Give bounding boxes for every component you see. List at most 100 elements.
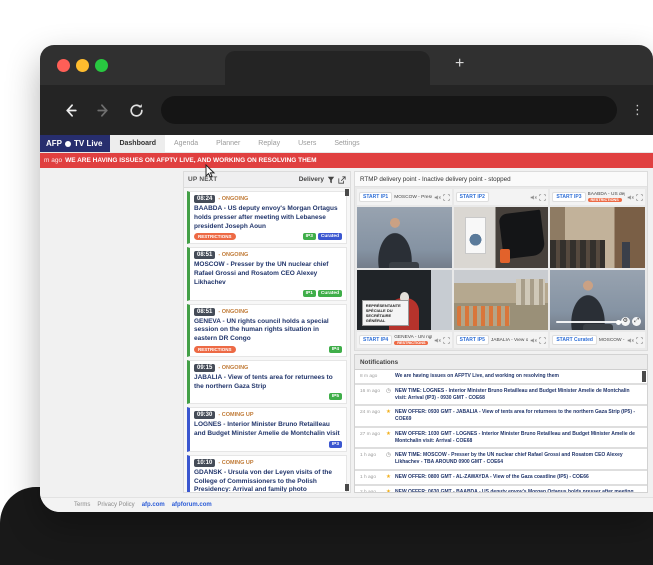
notification-row[interactable]: 8 m ago We are having issues on AFPTV Li…	[355, 370, 647, 383]
address-bar[interactable]	[161, 96, 617, 124]
fullscreen-icon[interactable]	[443, 194, 450, 201]
brand-dot-icon	[65, 141, 71, 147]
notifications-scrollbar[interactable]	[642, 371, 646, 382]
notification-time: 1 h ago	[360, 474, 382, 480]
footer-afp-link[interactable]: afp.com	[142, 502, 165, 508]
fullscreen-icon[interactable]	[539, 194, 546, 201]
orange-tag	[500, 249, 510, 263]
press-crowd	[550, 240, 605, 267]
event-status: COMING UP	[218, 460, 253, 466]
zoom-window-button[interactable]	[95, 59, 108, 72]
afp-tv-live-logo[interactable]: AFP TV Live	[40, 135, 110, 152]
brand-afp: AFP	[46, 139, 62, 148]
start-ip4-button[interactable]: START IP4	[359, 335, 392, 345]
mute-icon[interactable]	[627, 337, 634, 344]
player-header-curated: START Curated MOSCOW - Pres...	[550, 332, 645, 348]
mute-icon[interactable]	[434, 194, 441, 201]
notification-time: 2 h ago	[360, 489, 382, 494]
browser-menu-icon[interactable]: ⋮	[631, 102, 641, 118]
city-buildings	[516, 279, 544, 304]
scrollbar-down-arrow[interactable]	[345, 484, 349, 491]
alert-message: WE ARE HAVING ISSUES ON AFPTV LIVE, AND …	[65, 157, 316, 164]
nav-item-replay[interactable]: Replay	[249, 135, 289, 152]
new-tab-button[interactable]: +	[455, 54, 464, 74]
fullscreen-icon[interactable]	[443, 337, 450, 344]
issue-alert-banner: m ago WE ARE HAVING ISSUES ON AFPTV LIVE…	[40, 153, 653, 168]
forward-icon[interactable]	[95, 102, 112, 119]
browser-tab[interactable]	[225, 51, 430, 85]
start-ip3-button[interactable]: START IP3	[552, 192, 585, 202]
up-next-item-gdansk[interactable]: 10:10COMING UP GDANSK - Ursula von der L…	[187, 455, 347, 492]
video-ip5-jabalia[interactable]	[454, 270, 549, 331]
event-time: 09:30	[194, 411, 215, 419]
fullscreen-icon[interactable]	[636, 194, 643, 201]
fullscreen-icon[interactable]	[539, 337, 546, 344]
mute-icon[interactable]	[627, 194, 634, 201]
notification-row[interactable]: 16 m ago ◷ NEW TIME: LOGNES - Interior M…	[355, 385, 647, 405]
player-header-ip2: START IP2	[454, 189, 549, 205]
notification-row[interactable]: 27 m ago ★ NEW OFFER: 1030 GMT - LOGNES …	[355, 428, 647, 448]
notification-row[interactable]: 2 h ago ★ NEW OFFER: 0630 GMT - BAABDA -…	[355, 486, 647, 494]
player-title: MOSCOW - Pres...	[599, 338, 625, 343]
up-next-item-geneva[interactable]: 08:51ONGOING GENEVA - UN rights council …	[187, 304, 347, 357]
up-next-item-moscow[interactable]: 08:51ONGOING MOSCOW - Presser by the UN …	[187, 247, 347, 300]
video-ip4-geneva[interactable]: REPRÉSENTANTE SPÉCIALE DU SECRÉTAIRE GÉN…	[357, 270, 452, 331]
start-curated-button[interactable]: START Curated	[552, 335, 597, 345]
event-time: 08:51	[194, 308, 215, 316]
footer-afpforum-link[interactable]: afpforum.com	[172, 502, 212, 508]
nav-item-planner[interactable]: Planner	[207, 135, 249, 152]
nav-item-dashboard[interactable]: Dashboard	[110, 135, 165, 152]
microphones	[583, 324, 613, 330]
player-title: JABALIA - View of tents ...	[491, 338, 528, 343]
rtmp-panel-header: RTMP delivery point - Inactive delivery …	[355, 172, 647, 187]
nav-item-settings[interactable]: Settings	[325, 135, 368, 152]
star-icon: ★	[385, 474, 392, 480]
start-ip5-button[interactable]: START IP5	[456, 335, 489, 345]
progress-handle[interactable]	[616, 320, 621, 325]
video-ip2-camera[interactable]	[454, 207, 549, 268]
video-ip1-moscow[interactable]	[357, 207, 452, 268]
player-header-ip1: START IP1 MOSCOW - Presser by t...	[357, 189, 452, 205]
video-ip3-baabda[interactable]	[550, 207, 645, 268]
player-title: BAABDA - US deputy en...	[588, 192, 625, 197]
notification-row[interactable]: 1 h ago ◷ NEW TIME: MOSCOW - Presser by …	[355, 449, 647, 469]
up-next-item-lognes[interactable]: 09:30COMING UP LOGNES - Interior Ministe…	[187, 407, 347, 452]
clock-icon: ◷	[385, 452, 392, 458]
start-ip2-button[interactable]: START IP2	[456, 192, 489, 202]
scrollbar-up-arrow[interactable]	[345, 189, 349, 196]
star-icon: ★	[385, 489, 392, 494]
delivery-badge: IP3	[329, 441, 342, 448]
event-status: ONGOING	[218, 196, 248, 202]
poster	[465, 217, 486, 254]
filter-icon[interactable]	[327, 176, 335, 184]
notification-text: NEW TIME: LOGNES - Interior Minister Bru…	[395, 388, 641, 402]
nav-item-agenda[interactable]: Agenda	[165, 135, 207, 152]
event-time: 10:10	[194, 459, 215, 467]
speaker-caption: REPRÉSENTANTE SPÉCIALE DU SECRÉTAIRE GÉN…	[362, 300, 410, 326]
tents-area	[457, 306, 509, 327]
close-window-button[interactable]	[57, 59, 70, 72]
minimize-window-button[interactable]	[76, 59, 89, 72]
up-next-panel: UP NEXT Delivery 08:24ONGOING BAABDA - U	[183, 171, 351, 493]
up-next-item-jabalia[interactable]: 09:15ONGOING JABALIA - View of tents are…	[187, 360, 347, 405]
up-next-item-baabda[interactable]: 08:24ONGOING BAABDA - US deputy envoy's …	[187, 191, 347, 244]
event-time: 08:51	[194, 251, 215, 259]
player-header-ip3: START IP3 BAABDA - US deputy en... RESTR…	[550, 189, 645, 205]
mute-icon[interactable]	[434, 337, 441, 344]
expand-icon[interactable]: ⤢	[632, 317, 641, 326]
footer-privacy[interactable]: Privacy Policy	[97, 502, 134, 508]
reload-icon[interactable]	[128, 102, 145, 119]
notification-row[interactable]: 1 h ago ★ NEW OFFER: 0800 GMT - AL-ZAWAY…	[355, 471, 647, 484]
footer-terms[interactable]: Terms	[74, 502, 90, 508]
fullscreen-icon[interactable]	[636, 337, 643, 344]
mute-icon[interactable]	[530, 337, 537, 344]
delivery-badge: IP3	[303, 233, 316, 240]
nav-item-users[interactable]: Users	[289, 135, 325, 152]
back-icon[interactable]	[62, 102, 79, 119]
start-ip1-button[interactable]: START IP1	[359, 192, 392, 202]
export-icon[interactable]	[338, 176, 346, 184]
video-curated-moscow[interactable]: ⚙ ⤢	[550, 270, 645, 331]
settings-gear-icon[interactable]: ⚙	[621, 317, 630, 326]
mute-icon[interactable]	[530, 194, 537, 201]
notification-row[interactable]: 24 m ago ★ NEW OFFER: 0930 GMT - JABALIA…	[355, 406, 647, 426]
